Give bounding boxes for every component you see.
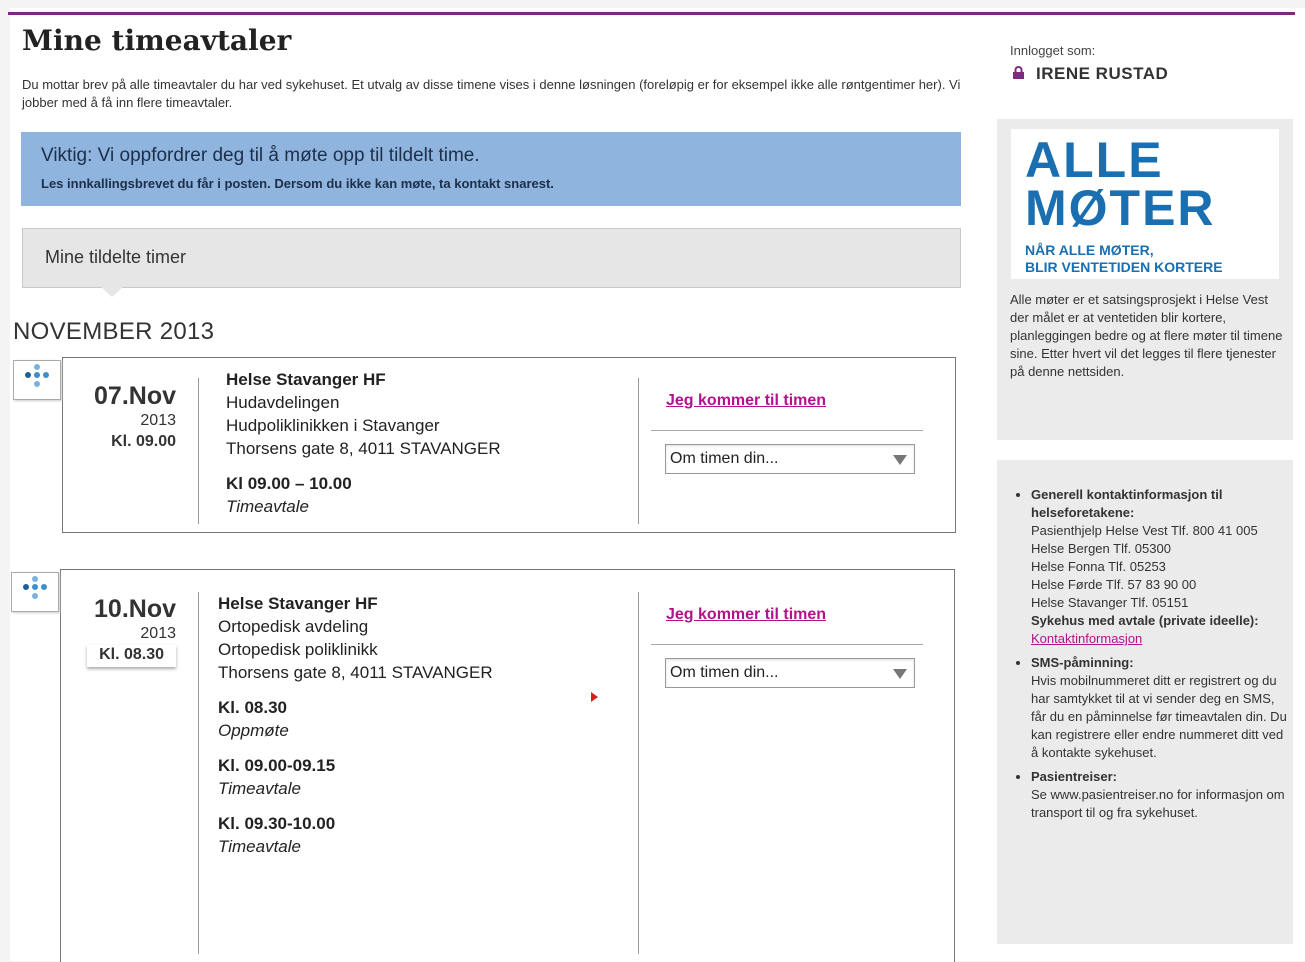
lock-icon (1013, 66, 1024, 79)
slot-type: Timeavtale (218, 837, 301, 856)
appointment-time: Kl. 09.00 (111, 433, 176, 450)
dropdown-arrow-icon (893, 455, 907, 465)
appointment-info-select[interactable]: Om timen din... (665, 658, 915, 688)
tab-notch (100, 286, 124, 297)
appointment-icon (11, 572, 59, 612)
private-hospitals-heading: Sykehus med avtale (private ideelle): (1031, 613, 1259, 628)
logo-text: MØTER (1025, 180, 1216, 236)
notice-text: Les innkallingsbrevet du får i posten. D… (41, 176, 554, 191)
appointment-date: 10.Nov 2013 Kl. 08.30 (66, 595, 176, 667)
tab-my-appointments[interactable]: Mine tildelte timer (22, 228, 961, 288)
list-item: SMS-påminning: Hvis mobilnummeret ditt e… (1031, 654, 1287, 762)
slot-type: Oppmøte (218, 721, 289, 740)
sms-heading: SMS-påminning: (1031, 655, 1134, 670)
select-value: Om timen din... (670, 450, 779, 467)
travel-heading: Pasientreiser: (1031, 769, 1117, 784)
appointment-details: Helse Stavanger HF Ortopedisk avdeling O… (218, 592, 493, 858)
contact-list: Generell kontaktinformasjon til helsefor… (1013, 486, 1287, 828)
slot-time: Kl. 09.00-09.15 (218, 756, 336, 775)
clinic-name: Ortopedisk poliklinikk (218, 640, 378, 659)
top-accent-bar (8, 12, 1295, 15)
appointment-day: 10.Nov (94, 595, 176, 623)
separator (651, 430, 923, 431)
address: Thorsens gate 8, 4011 STAVANGER (226, 439, 501, 458)
contact-heading: Generell kontaktinformasjon til helsefor… (1031, 487, 1223, 520)
select-value: Om timen din... (670, 664, 779, 681)
slot-type: Timeavtale (218, 779, 301, 798)
appointment-details: Helse Stavanger HF Hudavdelingen Hudpoli… (226, 368, 501, 518)
divider (198, 378, 199, 524)
contact-info-link[interactable]: Kontaktinformasjon (1031, 630, 1287, 648)
logo-tagline: NÅR ALLE MØTER, BLIR VENTETIDEN KORTERE (1025, 242, 1223, 276)
contact-line: Helse Bergen Tlf. 05300 (1031, 541, 1171, 556)
dropdown-arrow-icon (893, 669, 907, 679)
confirm-attendance-link[interactable]: Jeg kommer til timen (666, 606, 826, 624)
month-heading: NOVEMBER 2013 (13, 318, 215, 345)
contact-line: Pasienthjelp Helse Vest Tlf. 800 41 005 (1031, 523, 1258, 538)
slot-type: Timeavtale (226, 497, 309, 516)
notice-title: Viktig: Vi oppfordrer deg til å møte opp… (41, 145, 480, 166)
hospital-name: Helse Stavanger HF (218, 594, 378, 613)
clinic-name: Hudpoliklinikken i Stavanger (226, 416, 440, 435)
divider (198, 592, 199, 954)
contact-info-panel: Generell kontaktinformasjon til helsefor… (997, 460, 1293, 944)
appointment-time: Kl. 08.30 (87, 645, 176, 667)
appointment-year: 2013 (140, 625, 176, 642)
alle-moter-logo: ALLE MØTER NÅR ALLE MØTER, BLIR VENTETID… (1011, 129, 1279, 279)
project-description: Alle møter er et satsingsprosjekt i Hels… (1010, 292, 1283, 379)
user-name: IRENE RUSTAD (1036, 64, 1169, 83)
contact-line: Helse Fonna Tlf. 05253 (1031, 559, 1166, 574)
intro-text: Du mottar brev på alle timeavtaler du ha… (22, 77, 961, 110)
appointment-icon (13, 360, 61, 400)
divider (638, 592, 639, 954)
contact-line: Helse Førde Tlf. 57 83 90 00 (1031, 577, 1197, 592)
cursor-marker-icon (591, 692, 598, 702)
appointment-info-select[interactable]: Om timen din... (665, 444, 915, 474)
slot-time: Kl. 08.30 (218, 698, 287, 717)
appointment-date: 07.Nov 2013 Kl. 09.00 (66, 382, 176, 452)
slot-time: Kl 09.00 – 10.00 (226, 474, 352, 493)
important-notice: Viktig: Vi oppfordrer deg til å møte opp… (21, 132, 961, 206)
travel-text: Se www.pasientreiser.no for informasjon … (1031, 787, 1285, 820)
logo-tagline-line: NÅR ALLE MØTER, (1025, 242, 1154, 258)
slot-time: Kl. 09.30-10.00 (218, 814, 336, 833)
separator (651, 644, 923, 645)
divider (638, 378, 639, 524)
project-info-panel: ALLE MØTER NÅR ALLE MØTER, BLIR VENTETID… (997, 119, 1293, 440)
appointment-day: 07.Nov (94, 382, 176, 410)
logo-tagline-line: BLIR VENTETIDEN KORTERE (1025, 259, 1223, 275)
address: Thorsens gate 8, 4011 STAVANGER (218, 663, 493, 682)
list-item: Generell kontaktinformasjon til helsefor… (1031, 486, 1287, 648)
page-title: Mine timeavtaler (22, 24, 292, 57)
contact-line: Helse Stavanger Tlf. 05151 (1031, 595, 1189, 610)
list-item: Pasientreiser: Se www.pasientreiser.no f… (1031, 768, 1287, 822)
department-name: Hudavdelingen (226, 393, 340, 412)
department-name: Ortopedisk avdeling (218, 617, 369, 636)
confirm-attendance-link[interactable]: Jeg kommer til timen (666, 392, 826, 410)
tab-label: Mine tildelte timer (45, 247, 187, 267)
hospital-name: Helse Stavanger HF (226, 370, 386, 389)
appointment-year: 2013 (140, 412, 176, 429)
sms-text: Hvis mobilnummeret ditt er registrert og… (1031, 673, 1287, 760)
logged-in-label: Innlogget som: (1010, 43, 1096, 58)
appointment-card (60, 569, 955, 962)
